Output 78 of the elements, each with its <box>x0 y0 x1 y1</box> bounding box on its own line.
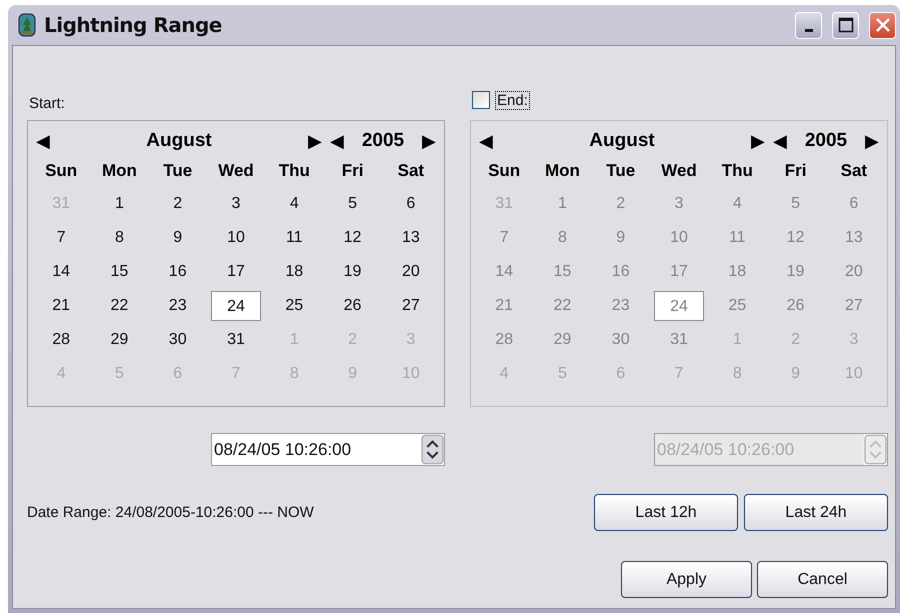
window-title: Lightning Range <box>44 13 223 37</box>
next-year-button[interactable]: ▶ <box>418 130 440 152</box>
day-cell[interactable]: 20 <box>382 255 440 289</box>
day-cell[interactable]: 3 <box>382 323 440 357</box>
date-range-text: Date Range: 24/08/2005-10:26:00 --- NOW <box>27 504 314 521</box>
day-cell[interactable]: 13 <box>382 221 440 255</box>
day-cell[interactable]: 3 <box>206 187 266 221</box>
day-cell[interactable]: 17 <box>206 255 266 289</box>
weekday-label: Thu <box>720 160 754 182</box>
previous-month-button[interactable]: ◀ <box>32 130 54 152</box>
day-cell[interactable]: 4 <box>32 357 90 391</box>
day-cell[interactable]: 28 <box>32 323 90 357</box>
day-cell[interactable]: 12 <box>323 221 382 255</box>
weekday-label: Sun <box>44 160 78 182</box>
weekday-label: Fri <box>340 160 364 182</box>
day-cell[interactable]: 24 <box>210 291 262 321</box>
weekday-label: Sun <box>487 160 522 182</box>
apply-button[interactable]: Apply <box>621 561 752 598</box>
day-cell[interactable]: 7 <box>206 357 266 391</box>
day-cell[interactable]: 2 <box>323 323 382 357</box>
cancel-button[interactable]: Cancel <box>757 561 888 598</box>
day-cell[interactable]: 25 <box>265 289 324 323</box>
weekday-label: Sat <box>396 160 426 182</box>
day-cell[interactable]: 1 <box>265 323 324 357</box>
day-cell[interactable]: 21 <box>32 289 90 323</box>
day-cell[interactable]: 10 <box>382 357 440 391</box>
minimize-button[interactable] <box>795 12 822 38</box>
day-cell[interactable]: 1 <box>90 187 149 221</box>
previous-year-button[interactable]: ◀ <box>326 130 348 152</box>
minimize-icon <box>804 28 812 32</box>
weekday-label: Tue <box>605 160 636 182</box>
day-cell[interactable]: 30 <box>148 323 207 357</box>
quick-range-button[interactable]: Last 12h <box>594 494 738 531</box>
day-cell[interactable]: 6 <box>148 357 207 391</box>
day-cell[interactable]: 10 <box>206 221 266 255</box>
day-cell[interactable]: 9 <box>148 221 207 255</box>
weekday-label: Wed <box>217 160 255 182</box>
day-cell[interactable]: 7 <box>32 221 90 255</box>
day-cell[interactable]: 8 <box>265 357 324 391</box>
day-cell[interactable]: 29 <box>90 323 149 357</box>
maximize-icon <box>838 17 854 33</box>
weekday-label: Wed <box>660 160 698 182</box>
maximize-button[interactable] <box>832 12 859 38</box>
day-cell[interactable]: 31 <box>206 323 266 357</box>
year-label: 2005 <box>804 130 848 152</box>
day-cell[interactable]: 8 <box>90 221 149 255</box>
weekday-label: Thu <box>278 160 311 182</box>
day-cell[interactable]: 5 <box>90 357 149 391</box>
day-cell[interactable]: 19 <box>323 255 382 289</box>
quick-range-button[interactable]: Last 24h <box>744 494 888 531</box>
day-cell[interactable]: 18 <box>265 255 324 289</box>
day-cell[interactable]: 4 <box>265 187 324 221</box>
day-cell[interactable]: 22 <box>90 289 149 323</box>
day-cell[interactable]: 31 <box>32 187 90 221</box>
day-cell[interactable]: 6 <box>382 187 440 221</box>
day-cell[interactable]: 23 <box>148 289 207 323</box>
day-cell[interactable]: 15 <box>90 255 149 289</box>
start-label: Start: <box>29 94 65 112</box>
day-cell[interactable]: 5 <box>323 187 382 221</box>
day-cell[interactable]: 2 <box>148 187 207 221</box>
weekday-label: Mon <box>100 160 138 182</box>
day-cell[interactable]: 16 <box>148 255 207 289</box>
month-label: August <box>588 130 656 152</box>
weekday-label: Tue <box>162 160 194 182</box>
year-label: 2005 <box>360 130 406 152</box>
next-month-button[interactable]: ▶ <box>304 130 326 152</box>
weekday-label: Sat <box>840 160 868 182</box>
day-cell[interactable]: 27 <box>382 289 440 323</box>
close-icon <box>874 17 890 33</box>
weekday-label: Fri <box>784 160 808 182</box>
day-cell[interactable]: 9 <box>323 357 382 391</box>
day-cell[interactable]: 14 <box>32 255 90 289</box>
day-cell[interactable]: 26 <box>323 289 382 323</box>
day-cell[interactable]: 11 <box>265 221 324 255</box>
weekday-label: Mon <box>544 160 581 182</box>
close-button[interactable] <box>869 12 896 38</box>
month-label: August <box>145 130 213 152</box>
app-icon <box>18 13 36 37</box>
